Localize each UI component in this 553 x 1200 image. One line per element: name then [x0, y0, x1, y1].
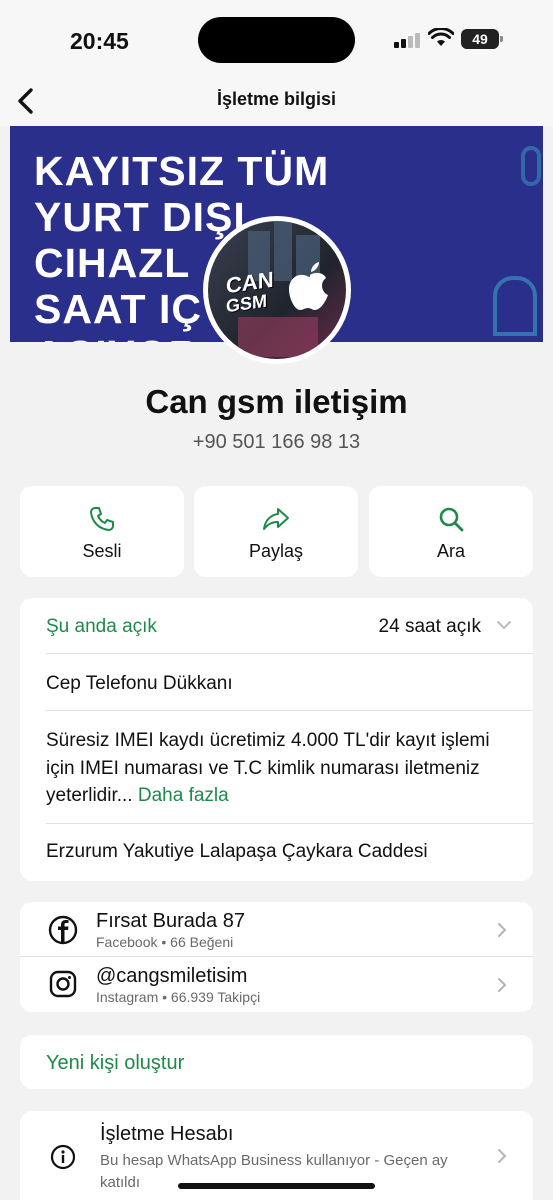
chevron-right-icon — [498, 923, 507, 937]
action-buttons: Sesli Paylaş Ara — [20, 486, 533, 577]
page-title: İşletme bilgisi — [216, 89, 337, 109]
share-icon — [263, 508, 289, 530]
search-button[interactable]: Ara — [369, 486, 533, 577]
search-label: Ara — [436, 541, 465, 561]
address-row[interactable]: Erzurum Yakutiye Lalapaşa Çaykara Caddes… — [46, 824, 533, 881]
voice-call-button[interactable]: Sesli — [20, 486, 184, 577]
apple-logo-icon — [289, 262, 328, 310]
battery-level: 49 — [472, 31, 488, 47]
account-title: İşletme Hesabı — [100, 1123, 234, 1145]
lock-decoration — [493, 276, 537, 336]
wifi-icon — [428, 28, 454, 46]
business-category: Cep Telefonu Dükkanı — [46, 673, 233, 694]
dynamic-island — [198, 17, 355, 63]
search-icon — [439, 507, 464, 532]
facebook-row[interactable]: Fırsat Burada 87 Facebook • 66 Beğeni — [20, 902, 533, 957]
hours-value: 24 saat açık — [378, 616, 481, 637]
business-avatar[interactable]: CAN GSM — [203, 216, 351, 364]
business-info-card: Şu anda açık 24 saat açık Cep Telefonu D… — [20, 598, 533, 881]
share-button[interactable]: Paylaş — [194, 486, 358, 577]
instagram-detail: Instagram • 66.939 Takipçi — [96, 989, 261, 1005]
avatar-image: CAN GSM — [208, 221, 346, 359]
description-text: Süresiz IMEI kaydı ücretimiz 4.000 TL'di… — [46, 730, 490, 806]
share-label: Paylaş — [248, 541, 304, 561]
info-icon — [50, 1144, 76, 1170]
category-row: Cep Telefonu Dükkanı — [46, 654, 533, 711]
nav-bar: İşletme bilgisi — [0, 80, 553, 126]
avatar-logo-text: CAN GSM — [226, 267, 274, 317]
chevron-right-icon — [498, 1149, 507, 1163]
battery-icon: 49 — [461, 29, 503, 49]
status-time: 20:45 — [70, 28, 129, 54]
chevron-right-icon — [498, 978, 507, 992]
create-contact-card[interactable]: Yeni kişi oluştur — [20, 1035, 533, 1089]
social-links-card: Fırsat Burada 87 Facebook • 66 Beğeni @c… — [20, 902, 533, 1012]
create-contact-button[interactable]: Yeni kişi oluştur — [46, 1052, 184, 1075]
cover-decoration — [521, 146, 541, 186]
status-bar: 20:45 49 — [0, 0, 553, 80]
facebook-detail: Facebook • 66 Beğeni — [96, 934, 234, 950]
description-row: Süresiz IMEI kaydı ücretimiz 4.000 TL'di… — [46, 711, 533, 824]
signal-icon — [394, 32, 420, 48]
chevron-down-icon — [497, 621, 511, 630]
open-status: Şu anda açık — [46, 616, 157, 637]
read-more-link[interactable]: Daha fazla — [138, 785, 229, 806]
facebook-name: Fırsat Burada 87 — [96, 910, 245, 932]
instagram-icon — [49, 970, 77, 998]
phone-icon — [90, 507, 114, 531]
business-phone[interactable]: +90 501 166 98 13 — [0, 431, 553, 454]
instagram-row[interactable]: @cangsmiletisim Instagram • 66.939 Takip… — [20, 957, 533, 1012]
business-description: Süresiz IMEI kaydı ücretimiz 4.000 TL'di… — [46, 727, 516, 810]
voice-call-label: Sesli — [82, 541, 122, 561]
hours-row[interactable]: Şu anda açık 24 saat açık — [46, 598, 533, 654]
instagram-name: @cangsmiletisim — [96, 965, 248, 987]
home-indicator[interactable] — [178, 1183, 375, 1189]
business-address: Erzurum Yakutiye Lalapaşa Çaykara Caddes… — [46, 841, 428, 862]
business-name: Can gsm iletişim — [145, 383, 408, 420]
facebook-icon — [48, 915, 78, 945]
cover-line: KAYITSIZ TÜM — [34, 148, 330, 194]
